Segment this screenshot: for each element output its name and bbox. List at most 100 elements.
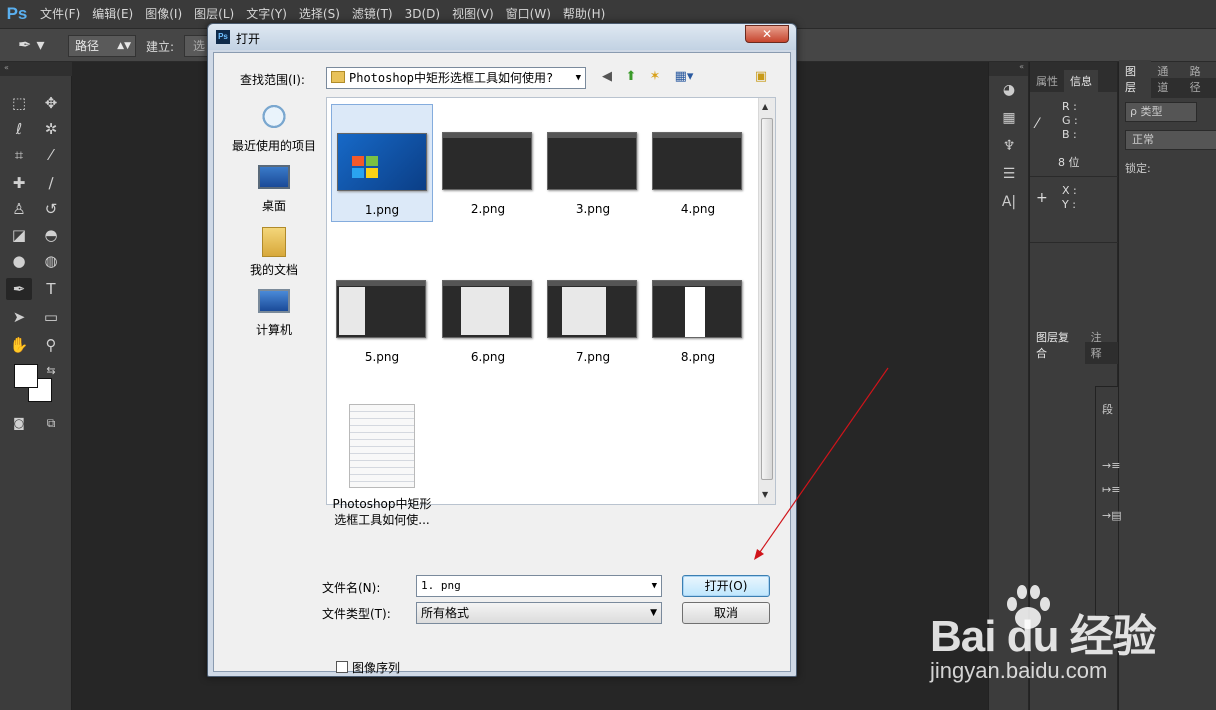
scroll-thumb[interactable] [761, 118, 773, 480]
windows-logo-icon [352, 156, 380, 180]
hand-tool-icon[interactable]: ✋ [6, 334, 32, 356]
open-button[interactable]: 打开(O) [682, 575, 770, 597]
look-in-value: Photoshop中矩形选框工具如何使用? [349, 71, 554, 85]
adjustments-panel-icon[interactable]: ☰ [989, 160, 1029, 188]
baidu-watermark: Bai du 经验 jingyan.baidu.com [930, 580, 1190, 700]
menu-edit[interactable]: 编辑(E) [86, 0, 139, 28]
places-bar: 最近使用的项目 桌面 我的文档 计算机 [228, 97, 320, 507]
place-label: 计算机 [255, 323, 292, 337]
file-list-scrollbar[interactable]: ▲ ▼ [758, 98, 775, 504]
file-item-5[interactable]: 5.png [331, 252, 433, 370]
type-tool-icon[interactable]: T [38, 278, 64, 300]
magic-wand-icon[interactable]: ✲ [38, 118, 64, 140]
image-sequence-checkbox[interactable] [336, 661, 348, 673]
history-brush-icon[interactable]: ↺ [38, 198, 64, 220]
blend-mode-select[interactable]: 正常 [1125, 130, 1216, 150]
blur-tool-icon[interactable]: ● [6, 250, 32, 272]
dialog-title: 打开 [236, 32, 261, 46]
info-tabstrip: 属性 信息 [1030, 62, 1117, 92]
rectangle-tool-icon[interactable]: ▭ [38, 306, 64, 328]
zoom-tool-icon[interactable]: ⚲ [38, 334, 64, 356]
move-tool-icon[interactable]: ✥ [38, 92, 64, 114]
up-folder-icon[interactable]: ⬆ [622, 68, 640, 86]
space-before-icon[interactable]: →▤ [1102, 509, 1122, 522]
place-desktop[interactable]: 桌面 [228, 165, 320, 214]
menu-image[interactable]: 图像(I) [139, 0, 188, 28]
pen-tool-icon[interactable]: ✒ [6, 278, 32, 300]
file-name-value: 1. png [421, 579, 461, 592]
tab-layers[interactable]: 图层 [1119, 60, 1152, 98]
eyedropper-tool-icon[interactable]: ⁄ [38, 144, 64, 166]
scroll-down-icon[interactable]: ▼ [762, 490, 768, 499]
file-item-4[interactable]: 4.png [647, 104, 749, 222]
file-list[interactable]: 1.png 2.png 3.png 4.png 5.png 6.png 7.pn… [326, 97, 776, 527]
eraser-tool-icon[interactable]: ◪ [6, 224, 32, 246]
close-button[interactable]: ✕ [745, 25, 789, 43]
place-label: 我的文档 [249, 263, 298, 277]
photoshop-app-icon: Ps [216, 30, 230, 44]
watermark-brand: Bai du 经验 [930, 612, 1157, 661]
file-thumbnail [652, 132, 742, 190]
swap-colors-icon[interactable]: ⇆ [38, 360, 64, 382]
file-item-2[interactable]: 2.png [437, 104, 539, 222]
computer-icon [258, 289, 290, 313]
document-file-icon[interactable] [349, 404, 415, 488]
folder-item-name[interactable]: Photoshop中矩形 选框工具如何使... [327, 496, 437, 528]
sponge-tool-icon[interactable]: ◍ [38, 250, 64, 272]
ps-favorites-icon[interactable]: ▣ [752, 68, 770, 86]
panel-collapse-icon[interactable]: « [989, 62, 1028, 76]
lasso-tool-icon[interactable]: ℓ [6, 118, 32, 140]
tab-channels[interactable]: 通道 [1151, 60, 1183, 98]
place-computer[interactable]: 计算机 [228, 289, 320, 338]
file-item-7[interactable]: 7.png [542, 252, 644, 370]
swatches-panel-icon[interactable]: ▦ [989, 104, 1029, 132]
file-type-select[interactable]: 所有格式 ▼ [416, 602, 662, 624]
look-in-combo[interactable]: Photoshop中矩形选框工具如何使用? ▼ [326, 67, 586, 89]
chevron-down-icon[interactable]: ▼ [652, 576, 657, 596]
character-panel-icon[interactable]: A| [989, 188, 1029, 216]
path-mode-select[interactable]: 路径 ▲▼ [68, 35, 136, 57]
file-name-input[interactable]: 1. png ▼ [416, 575, 662, 597]
layer-filter-select[interactable]: ρ 类型 [1125, 102, 1197, 122]
quick-mask-icon[interactable]: ◙ [6, 412, 32, 434]
indent-first-icon[interactable]: ↦≡ [1102, 483, 1120, 496]
recent-items-icon [258, 103, 290, 133]
marquee-tool-icon[interactable]: ⬚ [6, 92, 32, 114]
menu-file[interactable]: 文件(F) [34, 0, 86, 28]
foreground-color-swatch[interactable] [14, 364, 38, 388]
documents-folder-icon [262, 227, 286, 257]
tab-info[interactable]: 信息 [1064, 70, 1098, 92]
pen-tool-preset-icon[interactable]: ✒ ▾ [18, 35, 58, 57]
panel-collapse-icon[interactable]: « [0, 62, 72, 76]
paint-bucket-icon[interactable]: ◓ [38, 224, 64, 246]
crop-tool-icon[interactable]: ⌗ [6, 144, 32, 166]
tab-properties[interactable]: 属性 [1030, 70, 1064, 92]
color-panel-icon[interactable]: ◕ [989, 76, 1029, 104]
file-name: 3.png [575, 202, 611, 216]
folder-icon [331, 71, 345, 83]
back-icon[interactable]: ◀ [598, 68, 616, 86]
new-folder-icon[interactable]: ✶ [646, 68, 664, 86]
brush-tool-icon[interactable]: ∕ [38, 172, 64, 194]
brush-panel-icon[interactable]: ♆ [989, 132, 1029, 160]
screen-mode-icon[interactable]: ⧉ [38, 412, 64, 434]
place-recent[interactable]: 最近使用的项目 [228, 103, 320, 154]
tab-layer-comps[interactable]: 图层复合 [1030, 326, 1085, 364]
indent-left-icon[interactable]: →≡ [1102, 459, 1120, 472]
cancel-button[interactable]: 取消 [682, 602, 770, 624]
info-b: B : [1062, 128, 1077, 141]
file-item-6[interactable]: 6.png [437, 252, 539, 370]
file-item-3[interactable]: 3.png [542, 104, 644, 222]
file-item-1[interactable]: 1.png [331, 104, 433, 222]
dialog-titlebar[interactable]: Ps 打开 ✕ [208, 24, 796, 50]
layer-comps-tabstrip: 图层复合 注释 [1030, 326, 1118, 364]
path-selection-icon[interactable]: ➤ [6, 306, 32, 328]
tab-notes[interactable]: 注释 [1085, 326, 1118, 364]
tab-paths[interactable]: 路径 [1184, 60, 1216, 98]
place-documents[interactable]: 我的文档 [228, 227, 320, 278]
file-item-8[interactable]: 8.png [647, 252, 749, 370]
clone-stamp-icon[interactable]: ♙ [6, 198, 32, 220]
scroll-up-icon[interactable]: ▲ [762, 102, 768, 111]
view-menu-icon[interactable]: ▦▾ [670, 68, 698, 86]
healing-brush-icon[interactable]: ✚ [6, 172, 32, 194]
